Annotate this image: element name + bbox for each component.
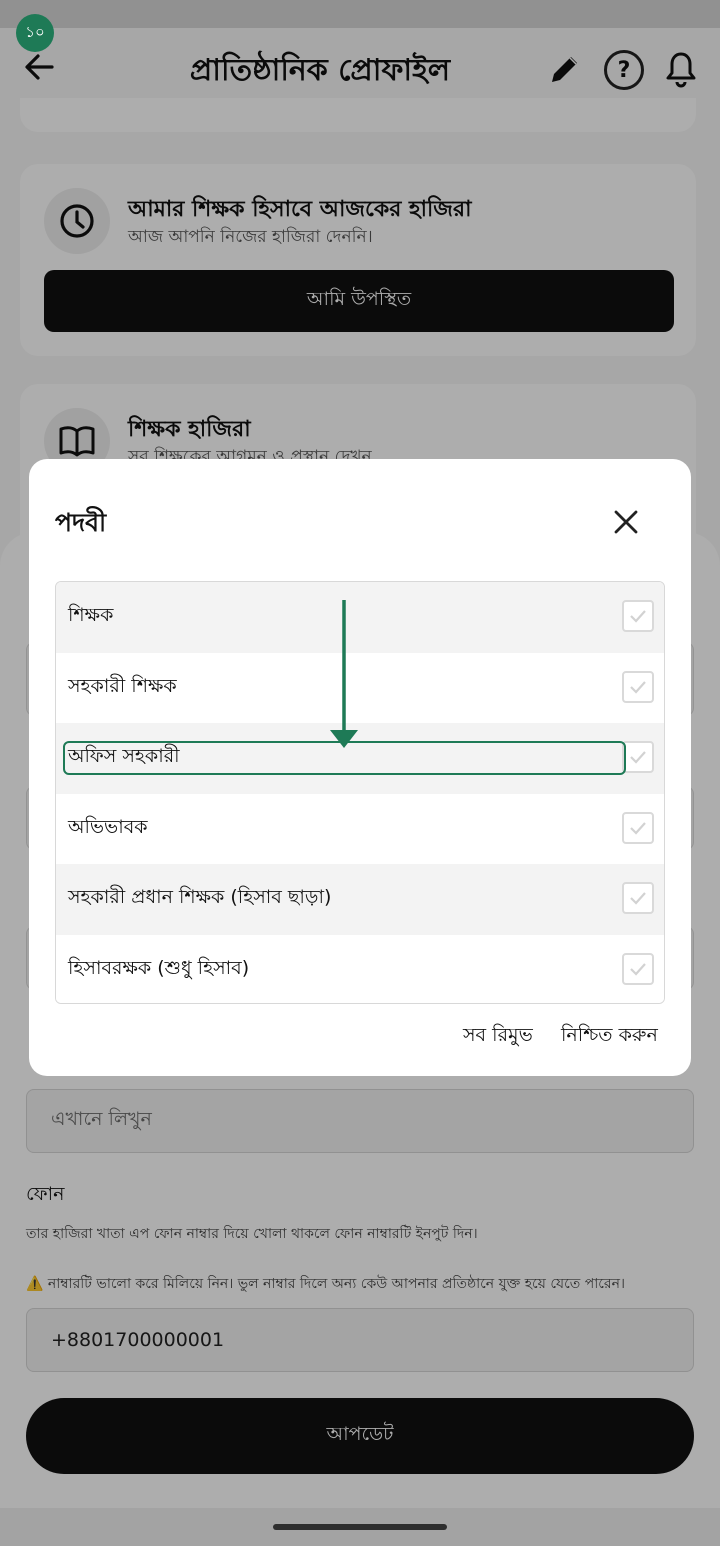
- option-checkbox[interactable]: [622, 741, 654, 773]
- option-checkbox[interactable]: [622, 811, 654, 844]
- option-label: সহকারী প্রধান শিক্ষক (হিসাব ছাড়া): [68, 886, 332, 909]
- option-label: অভিভাবক: [68, 815, 148, 838]
- close-icon[interactable]: [613, 509, 639, 535]
- option-checkbox[interactable]: [622, 882, 654, 914]
- check-icon: [630, 680, 646, 694]
- option-checkbox[interactable]: [622, 600, 654, 632]
- option-checkbox[interactable]: [622, 952, 654, 985]
- check-icon: [630, 962, 646, 976]
- option-assistant-teacher[interactable]: সহকারী শিক্ষক: [56, 652, 664, 723]
- confirm-button[interactable]: নিশ্চিত করুন: [561, 1021, 658, 1053]
- option-guardian[interactable]: অভিভাবক: [56, 793, 664, 864]
- option-label: হিসাবরক্ষক (শুধু হিসাব): [68, 956, 250, 979]
- remove-all-button[interactable]: সব রিমুভ: [463, 1021, 533, 1053]
- option-accountant[interactable]: হিসাবরক্ষক (শুধু হিসাব): [56, 934, 664, 1003]
- designation-option-list: শিক্ষক সহকারী শিক্ষক অফিস সহকারী অভিভাবক…: [55, 581, 665, 1004]
- check-icon: [630, 751, 646, 764]
- check-icon: [630, 610, 646, 623]
- option-assistant-head-teacher[interactable]: সহকারী প্রধান শিক্ষক (হিসাব ছাড়া): [56, 864, 664, 935]
- step-badge: ১০: [16, 14, 54, 52]
- dialog-title: পদবী: [55, 508, 107, 537]
- option-label: সহকারী শিক্ষক: [68, 674, 177, 697]
- option-teacher[interactable]: শিক্ষক: [56, 582, 664, 653]
- check-icon: [630, 892, 646, 905]
- dialog-actions: সব রিমুভ নিশ্চিত করুন: [29, 1021, 691, 1051]
- down-arrow-icon: [330, 600, 358, 748]
- option-checkbox[interactable]: [622, 670, 654, 703]
- check-icon: [630, 821, 646, 835]
- option-label: শিক্ষক: [68, 604, 114, 627]
